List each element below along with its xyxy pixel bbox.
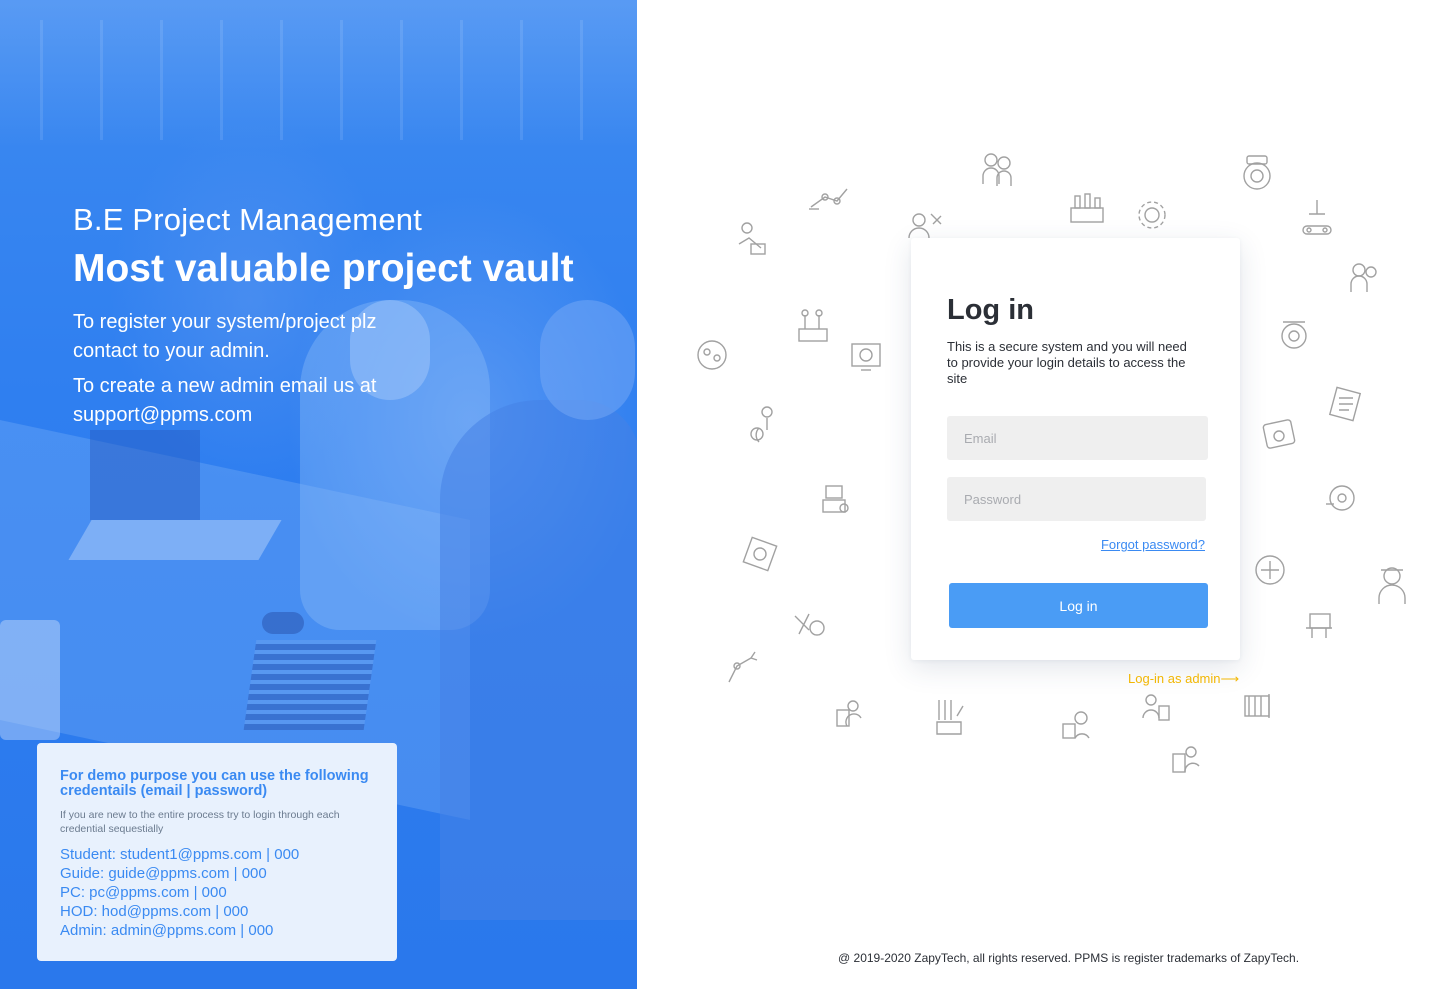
engineer-icon [1062,711,1090,739]
credential-student: Student: student1@ppms.com | 000 [60,846,300,863]
engineer-icon [1172,746,1200,773]
turbine-icon [1281,321,1307,349]
conveyor-icon [1306,613,1332,638]
login-button[interactable]: Log in [949,583,1208,628]
laptop-screen-shape [90,430,200,520]
demo-note: If you are new to the entire process try… [60,809,340,835]
login-card: Log in This is a secure system and you w… [911,238,1240,660]
turbine-icon [1243,155,1271,190]
engineer-icon [1378,567,1406,604]
credential-guide: Guide: guide@ppms.com | 000 [60,865,267,882]
laptop-base-shape [68,520,282,560]
login-title: Log in [947,294,1034,326]
gear-icon [1138,201,1166,229]
engineer-icon [1350,263,1377,292]
ceiling-pipes-decoration [40,20,600,140]
conveyor-icon [1302,200,1332,235]
conveyor-icon [1244,694,1270,718]
admin-instructions: To create a new admin email us at suppor… [73,375,377,426]
mechanic-icon [908,213,942,239]
factory-icon [936,700,964,735]
login-description: This is a secure system and you will nee… [947,339,1187,386]
password-field[interactable] [947,477,1206,521]
hero-text-block: B.E Project Management Most valuable pro… [73,200,574,430]
document-icon [1328,386,1362,422]
factory-icon [1070,193,1104,223]
credential-hod: HOD: hod@ppms.com | 000 [60,903,249,920]
gear-icon [742,536,778,572]
admin-login-link[interactable]: Log-in as admin⟶ [1128,671,1239,687]
circuit-icon [697,340,727,370]
credential-admin: Admin: admin@ppms.com | 000 [60,922,274,939]
demo-credentials-box: For demo purpose you can use the followi… [37,743,397,961]
station-icon [798,309,828,342]
wrench-icon [794,613,825,636]
circuit-icon [1255,555,1285,585]
robot-arm-icon [728,651,758,683]
demo-title: For demo purpose you can use the followi… [60,768,369,799]
credential-pc: PC: pc@ppms.com | 000 [60,884,227,901]
person-shape [440,400,637,920]
keyboard-shape [243,640,377,730]
hero-subtitle: B.E Project Management [73,202,423,237]
robot-icon [822,485,849,513]
worker-icon [738,222,766,255]
worker-icon [1142,694,1170,721]
worker-icon [836,700,862,727]
machine-icon [1262,419,1296,449]
hero-panel: B.E Project Management Most valuable pro… [0,0,637,989]
footer-copyright: @ 2019-2020 ZapyTech, all rights reserve… [838,951,1300,965]
turbine-icon [1326,485,1355,511]
email-field[interactable] [947,416,1208,460]
robot-arm-icon [809,188,848,210]
mouse-shape [262,612,304,634]
register-instructions: To register your system/project plz cont… [73,311,377,362]
hero-title: Most valuable project vault [73,247,574,290]
forgot-password-link[interactable]: Forgot password? [1101,537,1205,552]
credentials-list: Student: student1@ppms.com | 000 Guide: … [60,845,374,940]
engineer-icon [982,153,1012,186]
monitor-icon [851,343,881,371]
worker-icon [750,406,773,443]
cup-shape [0,620,60,740]
